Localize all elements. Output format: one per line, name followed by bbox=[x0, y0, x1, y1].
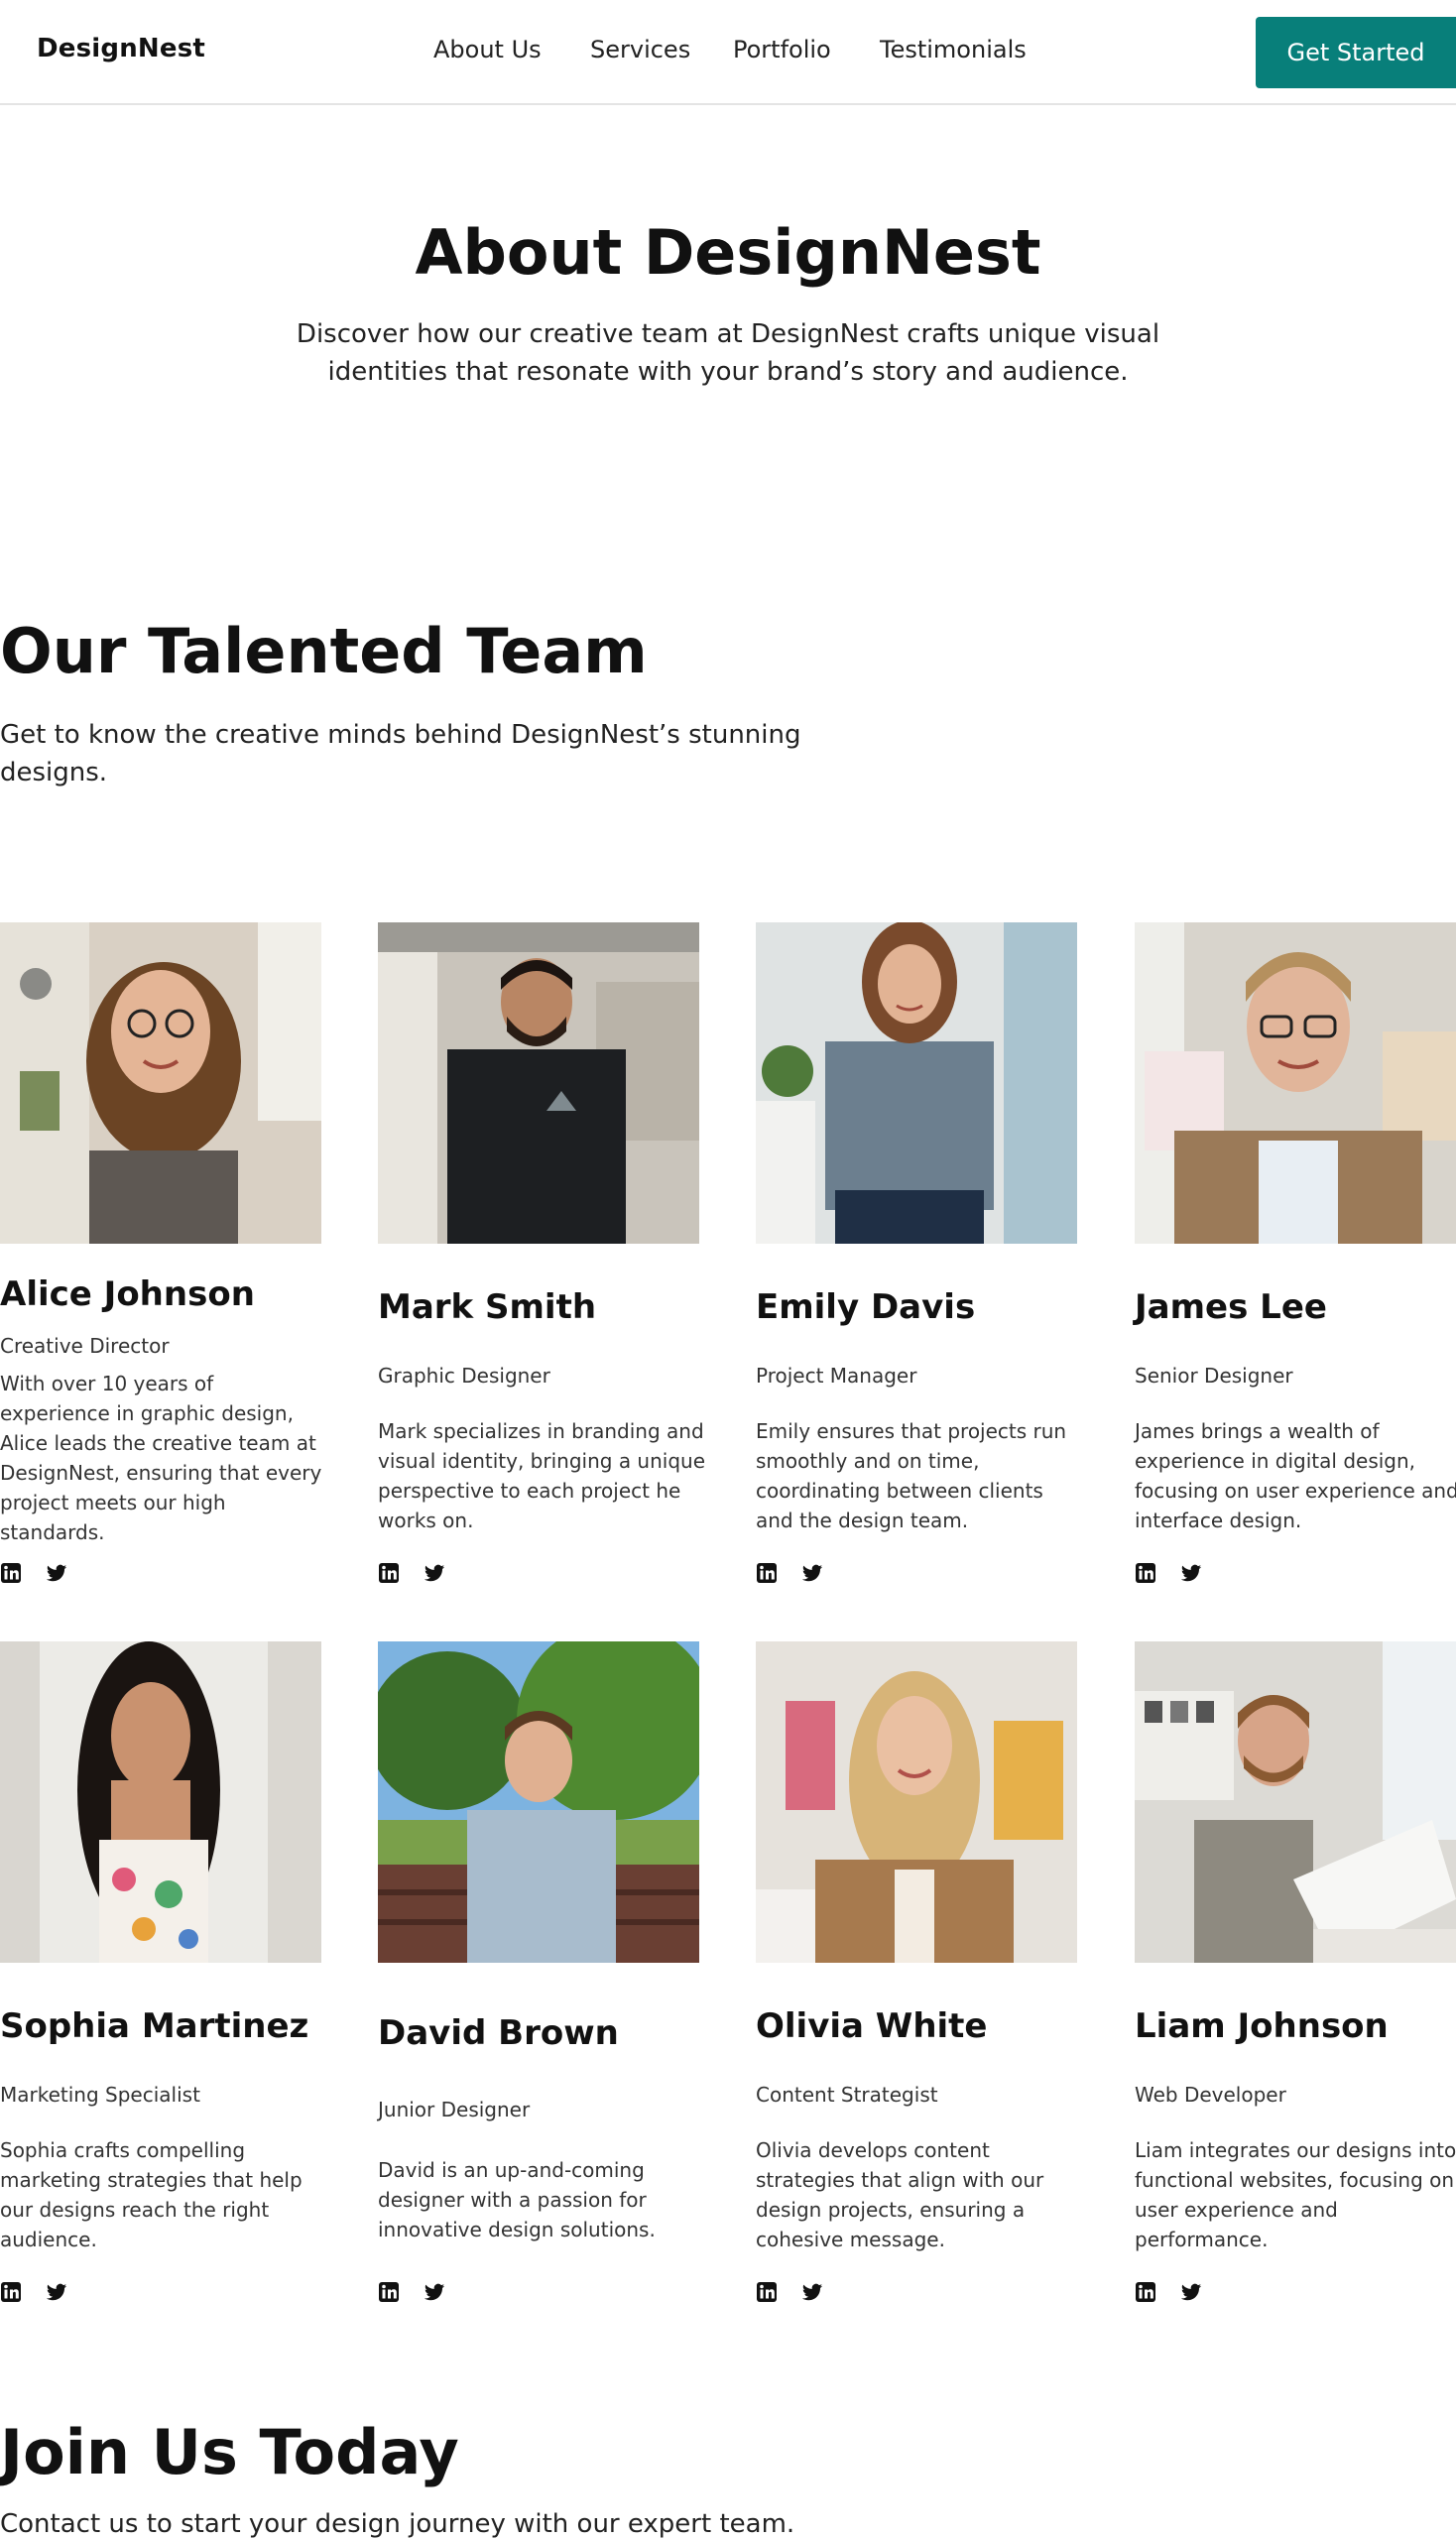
nav-link-services[interactable]: Services bbox=[590, 36, 690, 63]
hero-title: About DesignNest bbox=[415, 216, 1041, 289]
twitter-icon[interactable] bbox=[1180, 2281, 1202, 2303]
member-name: James Lee bbox=[1135, 1287, 1327, 1327]
member-name: Liam Johnson bbox=[1135, 2006, 1389, 2046]
twitter-icon[interactable] bbox=[46, 2281, 67, 2303]
linkedin-icon[interactable] bbox=[1135, 2281, 1156, 2303]
linkedin-icon[interactable] bbox=[0, 1562, 22, 1584]
twitter-icon[interactable] bbox=[424, 2281, 445, 2303]
member-role: Web Developer bbox=[1135, 2083, 1286, 2107]
member-bio: Olivia develops content strategies that … bbox=[756, 2138, 1044, 2251]
team-photo bbox=[378, 922, 699, 1244]
team-photo bbox=[1135, 1641, 1456, 1963]
team-photo bbox=[0, 922, 321, 1244]
get-started-button[interactable]: Get Started bbox=[1256, 17, 1456, 88]
join-title: Join Us Today bbox=[0, 2416, 459, 2488]
member-bio: David is an up-and-coming designer with … bbox=[378, 2158, 656, 2241]
member-name: Sophia Martinez bbox=[0, 2006, 309, 2046]
member-role: Marketing Specialist bbox=[0, 2083, 200, 2107]
team-card-alice: Alice Johnson Creative Director With ove… bbox=[0, 922, 327, 1583]
social-links bbox=[378, 2281, 445, 2305]
linkedin-icon[interactable] bbox=[378, 2281, 400, 2303]
team-card-david: David Brown Junior Designer David is an … bbox=[378, 1641, 705, 2302]
member-name: Alice Johnson bbox=[0, 1274, 255, 1314]
team-card-sophia: Sophia Martinez Marketing Specialist Sop… bbox=[0, 1641, 327, 2302]
member-name: David Brown bbox=[378, 2013, 619, 2053]
social-links bbox=[756, 2281, 823, 2305]
twitter-icon[interactable] bbox=[801, 1562, 823, 1584]
team-photo bbox=[378, 1641, 699, 1963]
social-links bbox=[0, 2281, 67, 2305]
member-bio: Liam integrates our designs into functio… bbox=[1135, 2138, 1456, 2251]
member-bio: With over 10 years of experience in grap… bbox=[0, 1372, 322, 1544]
member-role: Project Manager bbox=[756, 1364, 917, 1388]
twitter-icon[interactable] bbox=[424, 1562, 445, 1584]
linkedin-icon[interactable] bbox=[378, 1562, 400, 1584]
team-photo bbox=[756, 922, 1077, 1244]
team-card-mark: Mark Smith Graphic Designer Mark special… bbox=[378, 922, 705, 1583]
team-card-olivia: Olivia White Content Strategist Olivia d… bbox=[756, 1641, 1083, 2302]
team-photo bbox=[0, 1641, 321, 1963]
team-card-emily: Emily Davis Project Manager Emily ensure… bbox=[756, 922, 1083, 1583]
team-title: Our Talented Team bbox=[0, 615, 648, 687]
member-bio: James brings a wealth of experience in d… bbox=[1135, 1419, 1456, 1532]
join-subtitle: Contact us to start your design journey … bbox=[0, 2509, 795, 2539]
member-bio: Sophia crafts compelling marketing strat… bbox=[0, 2138, 303, 2251]
logo[interactable]: DesignNest bbox=[37, 34, 205, 63]
social-links bbox=[378, 1562, 445, 1586]
twitter-icon[interactable] bbox=[801, 2281, 823, 2303]
team-subtitle: Get to know the creative minds behind De… bbox=[0, 720, 801, 787]
social-links bbox=[1135, 1562, 1202, 1586]
social-links bbox=[756, 1562, 823, 1586]
member-name: Emily Davis bbox=[756, 1287, 976, 1327]
nav-link-testimonials[interactable]: Testimonials bbox=[880, 36, 1027, 63]
member-name: Mark Smith bbox=[378, 1287, 597, 1327]
nav-link-portfolio[interactable]: Portfolio bbox=[733, 36, 831, 63]
linkedin-icon[interactable] bbox=[756, 1562, 778, 1584]
team-card-liam: Liam Johnson Web Developer Liam integrat… bbox=[1135, 1641, 1456, 2302]
member-role: Graphic Designer bbox=[378, 1364, 550, 1388]
linkedin-icon[interactable] bbox=[756, 2281, 778, 2303]
member-role: Senior Designer bbox=[1135, 1364, 1293, 1388]
nav-link-about[interactable]: About Us bbox=[433, 36, 542, 63]
top-nav: DesignNest About Us Services Portfolio T… bbox=[0, 0, 1456, 105]
member-name: Olivia White bbox=[756, 2006, 988, 2046]
team-photo bbox=[756, 1641, 1077, 1963]
hero-subtitle: Discover how our creative team at Design… bbox=[296, 319, 1160, 387]
social-links bbox=[1135, 2281, 1202, 2305]
twitter-icon[interactable] bbox=[1180, 1562, 1202, 1584]
member-role: Junior Designer bbox=[378, 2098, 531, 2121]
twitter-icon[interactable] bbox=[46, 1562, 67, 1584]
linkedin-icon[interactable] bbox=[0, 2281, 22, 2303]
social-links bbox=[0, 1562, 67, 1586]
member-bio: Mark specializes in branding and visual … bbox=[378, 1419, 706, 1532]
team-photo bbox=[1135, 922, 1456, 1244]
team-card-james: James Lee Senior Designer James brings a… bbox=[1135, 922, 1456, 1583]
member-role: Creative Director bbox=[0, 1334, 170, 1358]
linkedin-icon[interactable] bbox=[1135, 1562, 1156, 1584]
member-bio: Emily ensures that projects run smoothly… bbox=[756, 1419, 1067, 1532]
member-role: Content Strategist bbox=[756, 2083, 938, 2107]
